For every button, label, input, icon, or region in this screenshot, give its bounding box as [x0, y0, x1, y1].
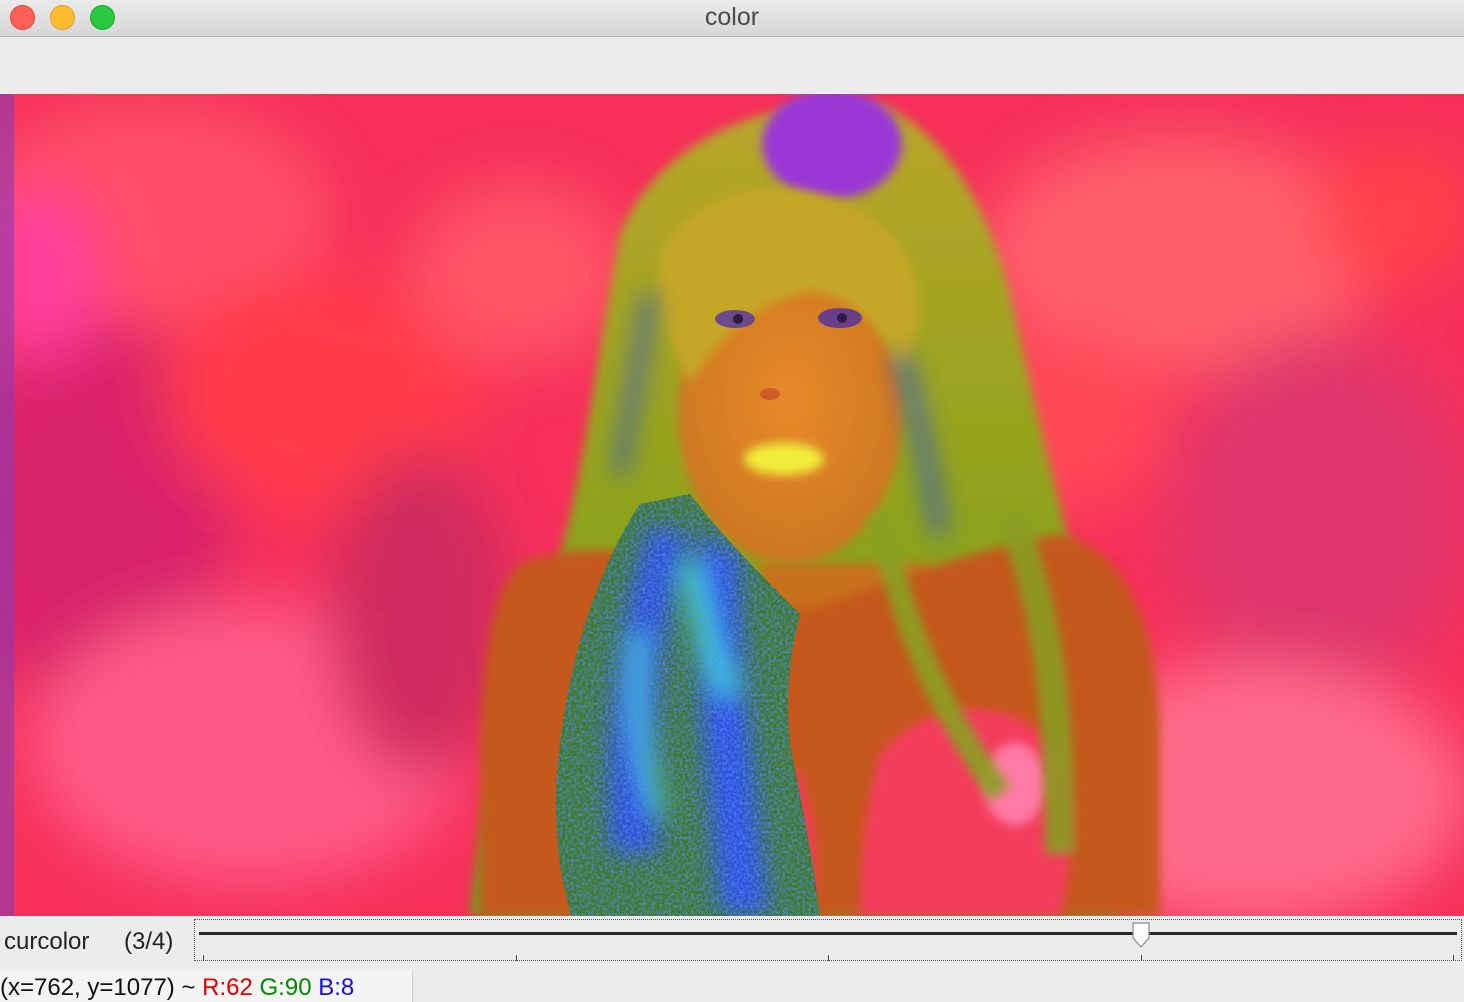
slider-tick [515, 955, 517, 961]
pixel-red-value: R:62 [202, 974, 253, 1001]
pixel-green-value: G:90 [259, 974, 312, 1001]
slider-track[interactable] [199, 932, 1457, 935]
slider-tick [203, 955, 204, 961]
slider-tick [1140, 955, 1142, 961]
cursor-coordinates: (x=762, y=1077) ~ [0, 974, 196, 1001]
image-display[interactable] [0, 94, 1464, 916]
toolbar-area [0, 37, 1464, 94]
trackbar-row: curcolor (3/4) [0, 916, 1464, 970]
slider-thumb[interactable] [1131, 922, 1150, 948]
window-title: color [704, 3, 760, 31]
status-bar: (x=762, y=1077) ~ R:62 G:90 B:8 [0, 970, 413, 1002]
trackbar-label: curcolor [4, 928, 90, 955]
slider-tick [1453, 955, 1454, 961]
pixel-blue-value: B:8 [318, 974, 355, 1001]
trackbar-value-readout: (3/4) [124, 928, 174, 955]
title-bar[interactable]: color [0, 0, 1464, 37]
app-window: color curcolor (3/4) (x=762, y=1077) ~ R… [0, 0, 1464, 1002]
displayed-image [0, 94, 1464, 916]
curcolor-slider[interactable] [194, 919, 1462, 961]
slider-tick [828, 955, 829, 961]
